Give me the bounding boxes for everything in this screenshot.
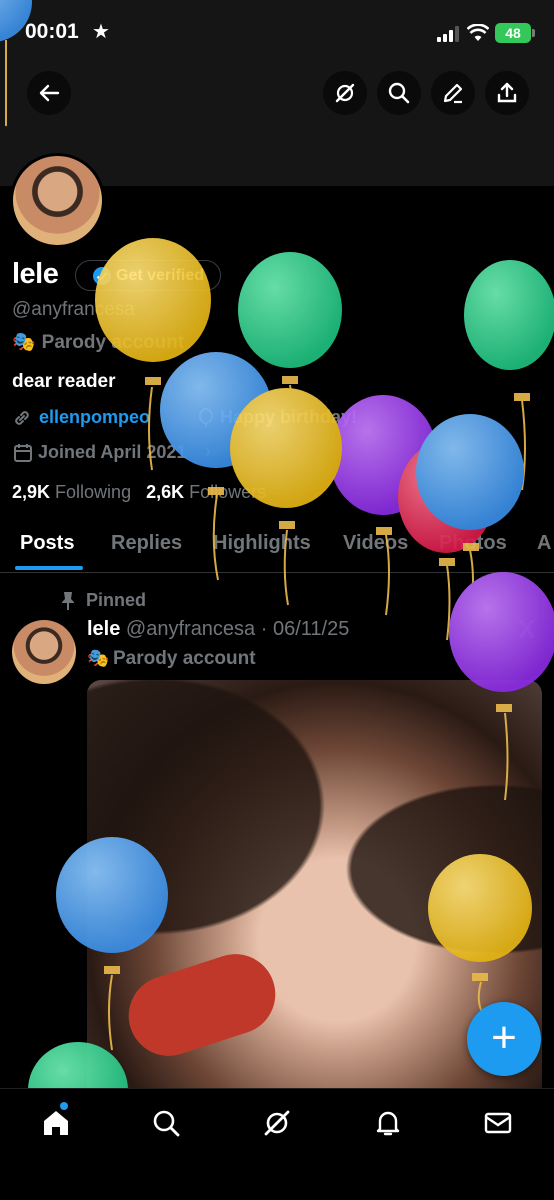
post-parody-label: Parody account	[113, 648, 256, 669]
x-logo-icon: X	[518, 614, 536, 644]
profile-tabs: Posts Replies Highlights Videos Photos A	[0, 518, 554, 573]
balloon-icon	[199, 408, 213, 427]
profile-link[interactable]: ellenpompeo	[39, 407, 150, 428]
profile-bio: dear reader	[12, 371, 116, 392]
tab-highlights[interactable]: Highlights	[213, 532, 311, 555]
home-unread-dot	[60, 1102, 68, 1110]
followers-count[interactable]: 2,6K	[146, 482, 184, 502]
grok-icon	[335, 83, 355, 103]
post-author[interactable]: lele	[87, 618, 120, 640]
tab-videos[interactable]: Videos	[343, 532, 408, 555]
tab-articles[interactable]: A	[537, 532, 551, 555]
display-name: lele	[12, 258, 59, 290]
search-icon	[153, 1110, 180, 1137]
signal-icon	[437, 26, 459, 42]
edit-button[interactable]	[431, 71, 475, 115]
nav-home[interactable]	[36, 1103, 76, 1143]
grok-icon	[264, 1110, 290, 1136]
verified-badge-icon	[93, 267, 111, 285]
grok-button[interactable]	[323, 71, 367, 115]
chevron-right-icon[interactable]: ›	[205, 441, 211, 462]
pencil-icon	[443, 83, 463, 104]
share-button[interactable]	[485, 71, 529, 115]
profile-handle: @anyfrancesa	[12, 299, 135, 320]
wifi-icon	[467, 24, 489, 41]
bell-icon	[376, 1111, 400, 1136]
back-button[interactable]	[27, 71, 71, 115]
post-avatar[interactable]	[12, 620, 76, 684]
mail-icon	[484, 1112, 512, 1134]
birthday-label: Happy birthday!	[220, 407, 358, 427]
search-button[interactable]	[377, 71, 421, 115]
post-separator: ·	[260, 618, 268, 640]
tab-posts[interactable]: Posts	[20, 532, 74, 555]
parody-text: Parody account	[41, 332, 185, 353]
nav-messages[interactable]	[478, 1103, 518, 1143]
post-header: lele @anyfrancesa · 06/11/25	[87, 618, 349, 641]
follow-stats: 2,9K Following 2,6K Followers	[12, 482, 266, 503]
nav-notifications[interactable]	[368, 1103, 408, 1143]
calendar-icon	[14, 444, 32, 462]
share-icon	[497, 82, 517, 103]
following-label[interactable]: Following	[55, 482, 131, 502]
parody-label: 🎭 Parody account	[12, 330, 184, 354]
pin-icon	[62, 592, 74, 610]
star-icon: ★	[92, 21, 110, 43]
battery-indicator: 48	[495, 23, 535, 43]
following-count[interactable]: 2,9K	[12, 482, 50, 502]
nav-grok[interactable]	[257, 1103, 297, 1143]
nav-search[interactable]	[146, 1103, 186, 1143]
compose-button[interactable]: +	[467, 1002, 541, 1076]
post-date: 06/11/25	[272, 618, 350, 640]
status-time: 00:01	[25, 20, 79, 43]
mask-icon: 🎭	[12, 332, 36, 353]
home-icon	[44, 1111, 68, 1135]
pinned-label: Pinned	[86, 590, 147, 610]
bottom-nav	[0, 1088, 554, 1200]
arrow-left-icon	[39, 84, 60, 102]
search-icon	[388, 82, 410, 104]
post-handle[interactable]: @anyfrancesa	[126, 618, 255, 640]
active-tab-indicator	[15, 566, 83, 570]
tab-replies[interactable]: Replies	[111, 532, 182, 555]
link-icon	[15, 411, 29, 425]
joined-date: Joined April 2021	[38, 442, 187, 462]
tab-photos[interactable]: Photos	[439, 532, 507, 555]
followers-label[interactable]: Followers	[189, 482, 266, 502]
avatar[interactable]	[10, 153, 105, 248]
mask-icon: 🎭	[87, 648, 110, 668]
